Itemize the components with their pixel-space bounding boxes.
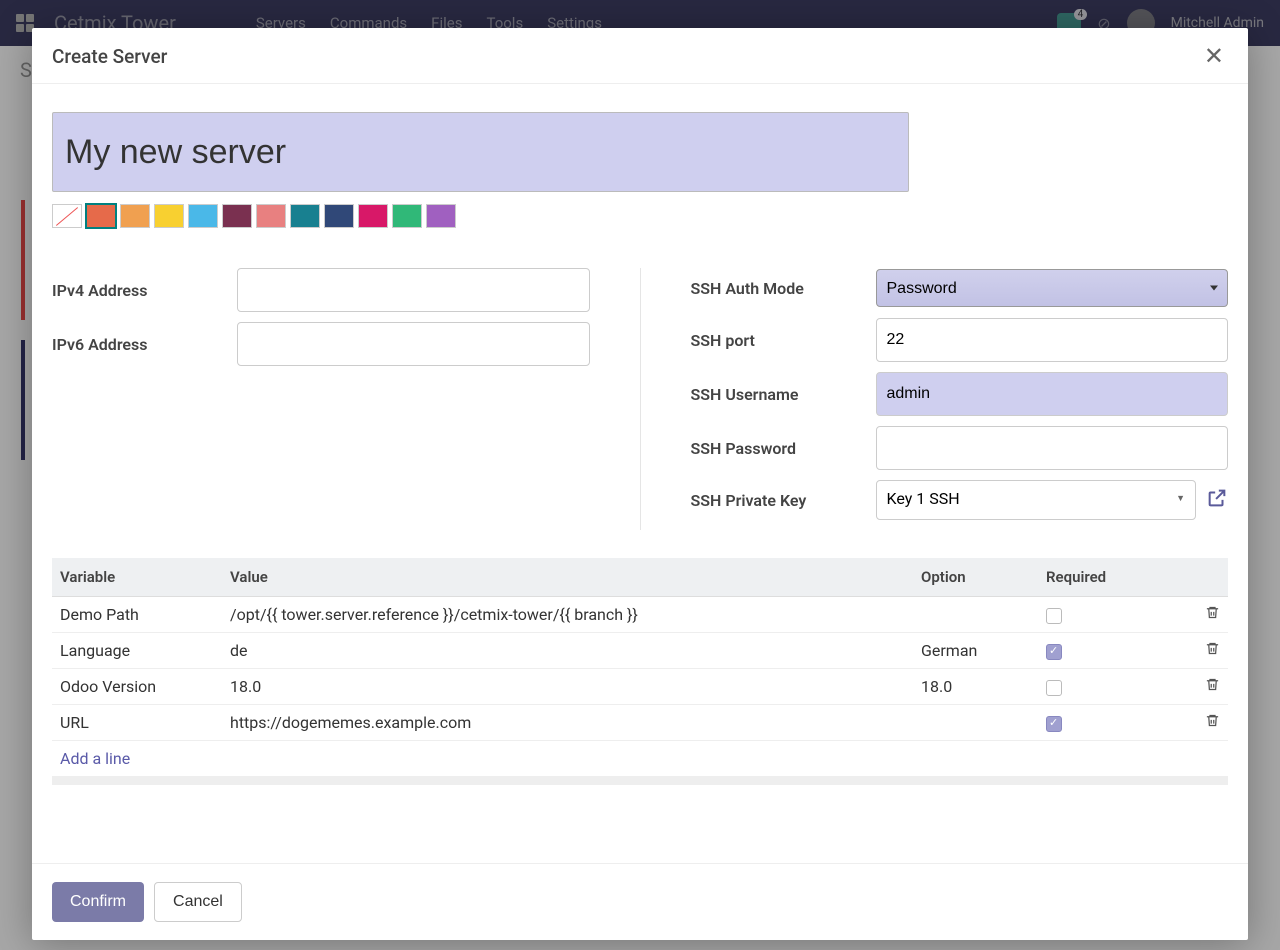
add-line-button[interactable]: Add a line	[52, 741, 1228, 777]
ssh-auth-mode-label: SSH Auth Mode	[691, 279, 876, 298]
cell-option	[913, 597, 1038, 633]
close-icon[interactable]: ✕	[1200, 42, 1228, 71]
table-row[interactable]: Demo Path/opt/{{ tower.server.reference …	[52, 597, 1228, 633]
col-value: Value	[222, 558, 913, 597]
ipv6-label: IPv6 Address	[52, 335, 237, 354]
horizontal-scrollbar[interactable]	[52, 777, 1228, 785]
col-option: Option	[913, 558, 1038, 597]
cell-value: https://dogememes.example.com	[222, 705, 913, 741]
cell-option	[913, 705, 1038, 741]
required-checkbox[interactable]	[1046, 716, 1062, 732]
trash-icon[interactable]	[1205, 713, 1220, 732]
color-swatch-3[interactable]	[154, 204, 184, 228]
col-required: Required	[1038, 558, 1188, 597]
ssh-key-label: SSH Private Key	[691, 491, 876, 510]
trash-icon[interactable]	[1205, 605, 1220, 624]
ssh-key-dropdown[interactable]: Key 1 SSH	[876, 480, 1197, 520]
table-row[interactable]: LanguagedeGerman	[52, 633, 1228, 669]
create-server-modal: Create Server ✕ IPv4 Address IPv6 Addres…	[32, 28, 1248, 940]
color-swatch-5[interactable]	[222, 204, 252, 228]
ipv4-input[interactable]	[237, 268, 590, 312]
trash-icon[interactable]	[1205, 677, 1220, 696]
cell-value: /opt/{{ tower.server.reference }}/cetmix…	[222, 597, 913, 633]
col-variable: Variable	[52, 558, 222, 597]
cell-option: German	[913, 633, 1038, 669]
ssh-password-label: SSH Password	[691, 439, 876, 458]
ssh-password-input[interactable]	[876, 426, 1229, 470]
color-swatch-1[interactable]	[86, 204, 116, 228]
cell-variable: Odoo Version	[52, 669, 222, 705]
cancel-button[interactable]: Cancel	[154, 882, 242, 922]
table-row[interactable]: URLhttps://dogememes.example.com	[52, 705, 1228, 741]
required-checkbox[interactable]	[1046, 680, 1062, 696]
confirm-button[interactable]: Confirm	[52, 882, 144, 922]
required-checkbox[interactable]	[1046, 644, 1062, 660]
cell-variable: Demo Path	[52, 597, 222, 633]
modal-title: Create Server	[52, 45, 167, 68]
cell-value: 18.0	[222, 669, 913, 705]
cell-value: de	[222, 633, 913, 669]
ssh-username-input[interactable]	[876, 372, 1229, 416]
color-swatch-11[interactable]	[426, 204, 456, 228]
ssh-port-input[interactable]	[876, 318, 1229, 362]
color-swatch-8[interactable]	[324, 204, 354, 228]
trash-icon[interactable]	[1205, 641, 1220, 660]
server-name-input[interactable]	[52, 112, 909, 192]
color-swatch-0[interactable]	[52, 204, 82, 228]
cell-variable: URL	[52, 705, 222, 741]
cell-option: 18.0	[913, 669, 1038, 705]
ssh-username-label: SSH Username	[691, 385, 876, 404]
external-link-icon[interactable]	[1206, 487, 1228, 513]
color-swatch-7[interactable]	[290, 204, 320, 228]
ipv4-label: IPv4 Address	[52, 281, 237, 300]
color-swatch-2[interactable]	[120, 204, 150, 228]
ipv6-input[interactable]	[237, 322, 590, 366]
ssh-port-label: SSH port	[691, 331, 876, 350]
cell-variable: Language	[52, 633, 222, 669]
required-checkbox[interactable]	[1046, 608, 1062, 624]
table-row[interactable]: Odoo Version18.018.0	[52, 669, 1228, 705]
color-swatch-10[interactable]	[392, 204, 422, 228]
ssh-auth-mode-select[interactable]: Password	[876, 269, 1229, 307]
variables-table: Variable Value Option Required Demo Path…	[52, 558, 1228, 741]
color-swatch-9[interactable]	[358, 204, 388, 228]
color-picker	[52, 204, 1228, 228]
color-swatch-6[interactable]	[256, 204, 286, 228]
color-swatch-4[interactable]	[188, 204, 218, 228]
